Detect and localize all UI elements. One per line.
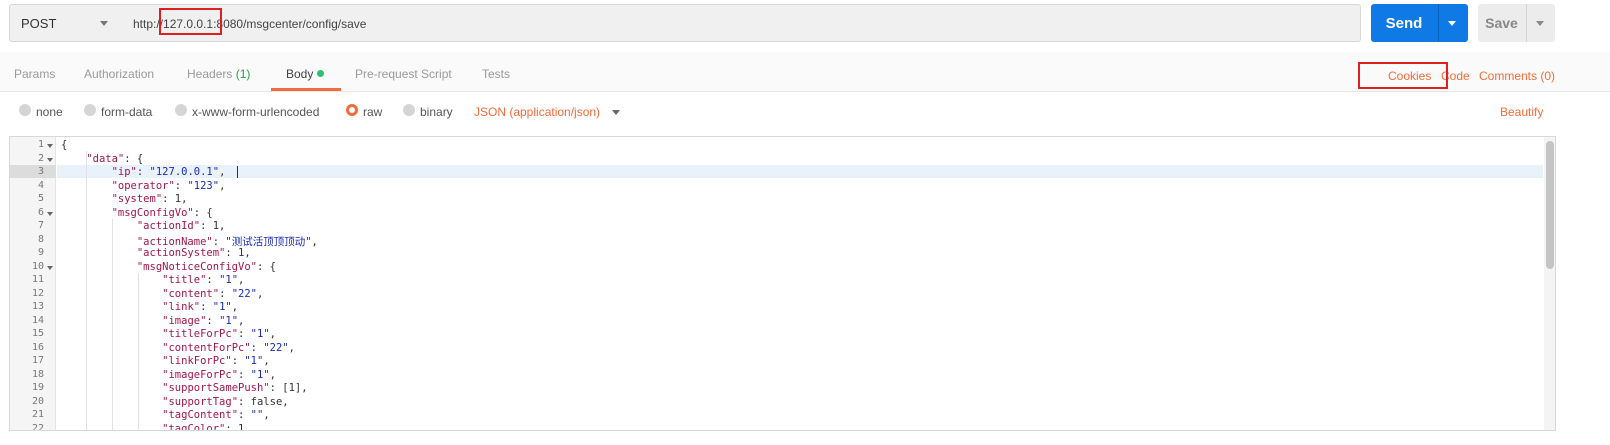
code-line: "supportSamePush": [1],	[162, 382, 308, 394]
line-number: 14	[31, 314, 44, 326]
annotation-box-cookies	[1358, 62, 1448, 89]
line-number: 19	[31, 382, 44, 393]
radio-x-www-form-urlencoded-label: x-www-form-urlencoded	[192, 105, 320, 119]
radio-none[interactable]	[19, 104, 31, 116]
line-number: 20	[31, 395, 44, 407]
line-number: 13	[31, 301, 44, 312]
content-type-select[interactable]: JSON (application/json)	[474, 105, 600, 119]
chevron-down-icon	[100, 21, 108, 26]
send-button[interactable]: Send	[1371, 4, 1468, 42]
annotation-box-ip	[159, 8, 222, 35]
line-number: 10	[31, 260, 44, 272]
line-number: 5	[37, 193, 44, 204]
code-line: "msgConfigVo": {	[111, 206, 213, 219]
url-input[interactable]: http://127.0.0.1:8080/msgcenter/config/s…	[123, 4, 1361, 42]
fold-arrow-icon[interactable]	[47, 144, 53, 148]
line-number: 6	[37, 206, 44, 218]
beautify-link[interactable]: Beautify	[1500, 105, 1543, 119]
tab-authorization[interactable]: Authorization	[84, 67, 154, 81]
fold-arrow-icon[interactable]	[47, 265, 53, 270]
code-line: "ip": "127.0.0.1",	[111, 166, 226, 178]
code-line: "contentForPc": "22",	[162, 341, 295, 354]
radio-x-www-form-urlencoded[interactable]	[175, 104, 187, 116]
code-line: "content": "22",	[162, 287, 264, 300]
save-button[interactable]: Save	[1478, 4, 1555, 42]
line-number: 8	[37, 233, 44, 245]
code-line: "linkForPc": "1",	[162, 355, 270, 367]
save-label: Save	[1485, 15, 1518, 31]
tab-pre-request-script[interactable]: Pre-request Script	[355, 67, 452, 81]
active-tab-indicator	[271, 88, 341, 91]
line-number: 7	[37, 220, 44, 231]
line-number: 2	[37, 152, 44, 164]
line-number: 16	[31, 341, 44, 353]
method-label: POST	[21, 16, 57, 31]
code-line: "link": "1",	[162, 301, 239, 313]
radio-binary[interactable]	[403, 104, 415, 116]
line-number: 9	[37, 247, 44, 258]
line-number: 18	[31, 368, 44, 380]
code-editor[interactable]: 1 {2 "data": { 3 "ip": "127.0.0.1", 4 "oper…	[9, 136, 1556, 431]
line-number: 4	[37, 179, 44, 191]
save-dropdown-icon[interactable]	[1536, 21, 1544, 26]
active-line-highlight	[57, 165, 1543, 178]
radio-none-label: none	[36, 105, 63, 119]
radio-binary-label: binary	[420, 105, 453, 119]
line-number: 15	[31, 328, 44, 339]
code-line: "data": {	[86, 152, 144, 165]
code-line: "system": 1,	[111, 193, 188, 205]
code-line: "title": "1",	[162, 274, 245, 286]
code-line: "tagColor": 1	[162, 422, 245, 431]
body-active-dot-icon	[317, 70, 325, 77]
save-divider	[1526, 4, 1527, 42]
code-line: "actionSystem": 1,	[136, 247, 251, 259]
tab-headers[interactable]: Headers (1)	[187, 67, 250, 81]
code-line: "titleForPc": "1",	[162, 328, 276, 340]
line-number: 3	[37, 166, 44, 177]
tab-body[interactable]: Body	[286, 67, 325, 81]
send-divider	[1438, 4, 1439, 42]
code-line: "actionId": 1,	[136, 220, 226, 232]
send-dropdown-icon[interactable]	[1448, 21, 1456, 26]
headers-count: (1)	[235, 67, 251, 81]
line-number: 21	[31, 409, 44, 420]
code-line: "operator": "123",	[111, 179, 226, 192]
tab-params[interactable]: Params	[14, 67, 55, 81]
text-cursor	[237, 166, 238, 178]
radio-form-data[interactable]	[84, 104, 96, 116]
code-line: "image": "1",	[162, 314, 245, 327]
line-number: 1	[37, 139, 44, 150]
fold-arrow-icon[interactable]	[47, 211, 53, 216]
line-number: 11	[31, 274, 44, 285]
radio-raw[interactable]	[346, 104, 358, 116]
fold-arrow-icon[interactable]	[47, 157, 53, 162]
line-number: 17	[31, 355, 44, 366]
line-number: 22	[31, 422, 44, 431]
tab-tests[interactable]: Tests	[482, 67, 510, 81]
send-label: Send	[1385, 15, 1423, 32]
code-line: "msgNoticeConfigVo": {	[136, 260, 276, 273]
comments-link[interactable]: Comments (0)	[1479, 69, 1555, 83]
method-select[interactable]: POST	[9, 4, 124, 42]
postman-request-window: { "request": { "method": "POST", "url": …	[0, 0, 1610, 445]
radio-raw-label: raw	[363, 105, 383, 119]
code-line: "imageForPc": "1",	[162, 368, 276, 381]
code-line: "supportTag": false,	[162, 395, 289, 408]
chevron-down-icon[interactable]	[612, 110, 620, 115]
radio-form-data-label: form-data	[101, 105, 153, 119]
code-line: {	[61, 139, 68, 151]
editor-scrollbar-thumb[interactable]	[1546, 141, 1554, 269]
code-line: "tagContent": "",	[162, 409, 270, 421]
line-number: 12	[31, 287, 44, 299]
